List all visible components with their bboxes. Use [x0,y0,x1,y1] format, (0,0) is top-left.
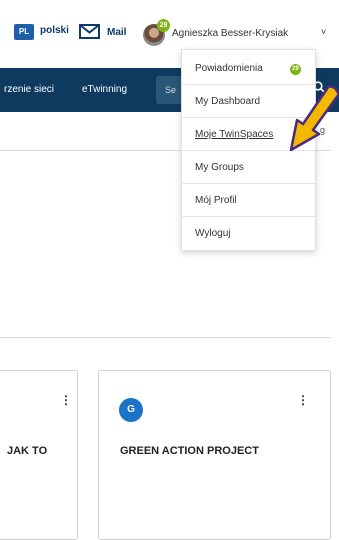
language-switcher[interactable]: polski [40,25,69,36]
twinspace-card[interactable]: G ⋮ GREEN ACTION PROJECT [98,370,331,540]
mail-link[interactable]: Mail [107,27,126,38]
project-logo: G [119,398,143,422]
mail-icon[interactable] [79,24,100,39]
menu-item-label: Moje TwinSpaces [195,129,274,140]
menu-item-notifications[interactable]: Powiadomienia 29 [182,52,315,85]
menu-item-label: Powiadomienia [195,63,263,74]
card-menu-icon[interactable]: ⋮ [297,393,309,407]
user-menu-toggle[interactable]: Agnieszka Besser-Krysiak [172,28,288,39]
card-title[interactable]: GREEN ACTION PROJECT [120,445,259,457]
notifications-count-badge: 29 [290,64,301,75]
menu-item-label: My Groups [195,162,244,173]
menu-item-profile[interactable]: Mój Profil [182,184,315,217]
menu-item-label: Mój Profil [195,195,237,206]
nav-item-network[interactable]: rzenie sieci [4,84,54,95]
menu-item-label: Wyloguj [195,228,231,239]
chevron-down-icon[interactable]: ˅ [321,27,326,37]
menu-item-logout[interactable]: Wyloguj [182,217,315,250]
card-menu-icon[interactable]: ⋮ [60,393,72,407]
divider [0,337,331,338]
card-title[interactable]: JAK TO [7,445,47,457]
notifications-badge: 29 [157,19,170,32]
twinspace-card[interactable]: ⋮ JAK TO [0,370,78,540]
nav-item-etwinning[interactable]: eTwinning [82,84,127,95]
menu-item-label: My Dashboard [195,96,261,107]
menu-item-groups[interactable]: My Groups [182,151,315,184]
pointer-arrow-icon [289,84,339,152]
language-flag-icon[interactable]: PL [14,24,34,40]
